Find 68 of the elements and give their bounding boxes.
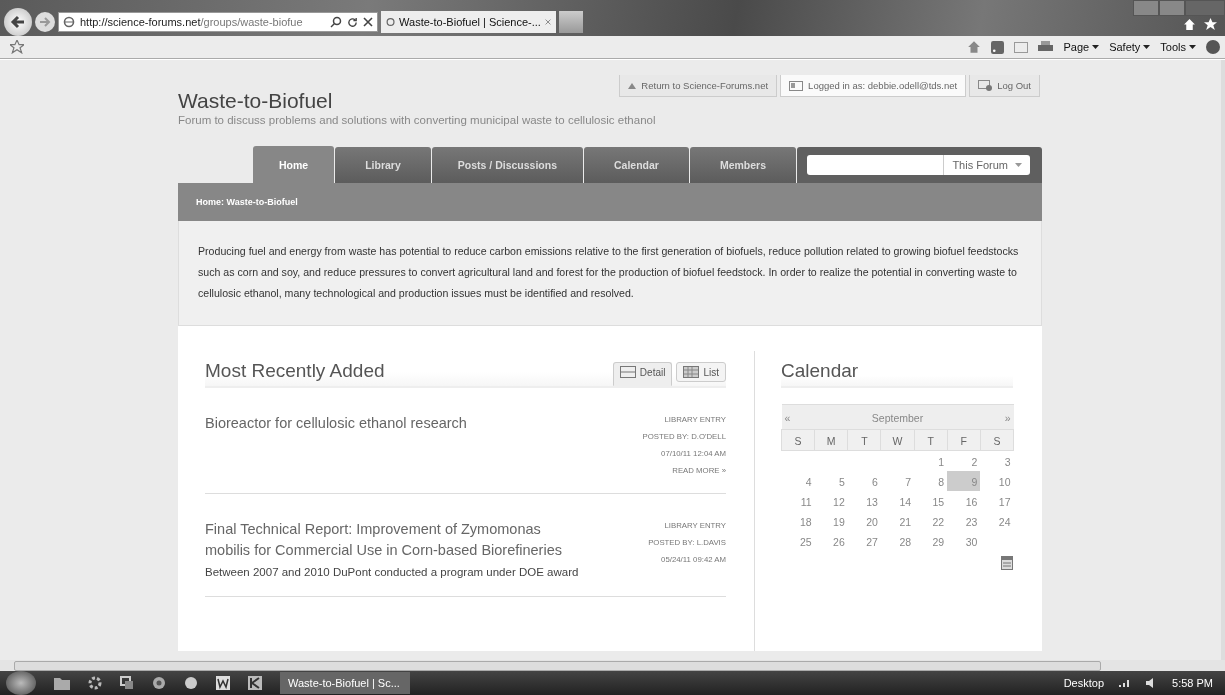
calendar-day[interactable]: 20	[847, 511, 881, 531]
nav-tab[interactable]: Calendar	[584, 147, 689, 183]
calendar-day[interactable]: 17	[980, 491, 1014, 511]
calendar-day[interactable]: 3	[980, 450, 1014, 471]
nav-tab[interactable]: Members	[689, 147, 797, 183]
calendar-day[interactable]: 7	[880, 471, 915, 491]
calendar-day[interactable]: 6	[847, 471, 881, 491]
next-month-button[interactable]: »	[980, 404, 1014, 430]
nav-tab[interactable]: Library	[335, 147, 431, 183]
header-link[interactable]: Return to Science-Forums.net	[619, 75, 778, 97]
calendar-day[interactable]: 13	[847, 491, 881, 511]
calendar-day[interactable]: 11	[781, 491, 815, 511]
header-link[interactable]: Log Out	[969, 75, 1040, 97]
browser-tab[interactable]: Waste-to-Biofuel | Science-...	[381, 11, 556, 33]
command-menu[interactable]: Safety	[1109, 41, 1151, 53]
nav-tab[interactable]: Home	[253, 146, 335, 183]
nav-tab[interactable]: Posts / Discussions	[431, 147, 583, 183]
calendar-day[interactable]: 26	[814, 531, 848, 551]
calendar-day[interactable]: 24	[980, 511, 1014, 531]
section-heading: Most Recently Added	[205, 360, 385, 382]
month-title: September	[814, 404, 981, 430]
command-menu[interactable]: Page	[1063, 41, 1100, 53]
calendar-day[interactable]: 30	[947, 531, 981, 551]
weekday-header: T	[914, 429, 948, 451]
description-text: Producing fuel and energy from waste has potential to reduce carbon emissions relative to the first generation of biofuels, reduce pollution related to growing biofuel feedstocks such as corn and soy, and reduce pressures to convert agricultural land and forest for the production of biofuel feedstock. In order to realize the potential in converting waste to cellulosic ethanol, many technological and production issues must be identified and resolved.	[198, 244, 1020, 301]
calendar-day[interactable]: 15	[914, 491, 948, 511]
clock[interactable]: 5:58 PM	[1172, 677, 1213, 689]
site-subtitle: Forum to discuss problems and solutions with converting municipal waste to cellulosic ethanol	[178, 114, 657, 126]
weekday-header: T	[847, 429, 881, 451]
calendar-day[interactable]: 12	[814, 491, 848, 511]
calendar-day[interactable]: 23	[947, 511, 981, 531]
calendar-day[interactable]: 27	[847, 531, 881, 551]
calendar-day[interactable]: 21	[880, 511, 915, 531]
calendar-day[interactable]: 5	[814, 471, 848, 491]
header-link[interactable]: Logged in as: debbie.odell@tds.net	[780, 75, 967, 97]
view-toggle[interactable]: Detail	[612, 362, 673, 386]
weekday-header: W	[880, 429, 915, 451]
entry-title-link[interactable]: Final Technical Report: Improvement of Zymomonas mobilis for Commercial Use in Corn-based Biorefineries	[205, 519, 585, 561]
entry-excerpt: Between 2007 and 2010 DuPont conducted a program under DOE award	[205, 566, 580, 578]
scope-dropdown[interactable]: This Forum	[943, 155, 1030, 175]
calendar-day[interactable]: 9	[947, 471, 981, 491]
calendar-day[interactable]: 28	[880, 531, 915, 551]
taskbar-window-button[interactable]: Waste-to-Biofuel | Sc...	[280, 672, 410, 694]
weekday-header: S	[980, 429, 1014, 451]
calendar-day[interactable]: 1	[914, 450, 948, 471]
calendar-day[interactable]: 10	[980, 471, 1014, 491]
calendar-day[interactable]: 29	[914, 531, 948, 551]
command-menu[interactable]: Tools	[1160, 41, 1196, 53]
entry-title-link[interactable]: Bioreactor for cellulosic ethanol research	[205, 413, 585, 434]
calendar-day[interactable]: 19	[814, 511, 848, 531]
calendar-day[interactable]: 22	[914, 511, 948, 531]
desktop-toolbar[interactable]: Desktop	[1063, 677, 1105, 689]
previous-month-button[interactable]: «	[781, 404, 815, 430]
calendar-day[interactable]: 8	[914, 471, 948, 491]
calendar-day[interactable]: 2	[947, 450, 981, 471]
calendar-day[interactable]: 18	[781, 511, 815, 531]
weekday-header: M	[814, 429, 848, 451]
view-toggle[interactable]: List	[676, 362, 726, 382]
breadcrumb[interactable]: Home: Waste-to-Biofuel	[196, 197, 298, 207]
calendar-day[interactable]: 4	[781, 471, 815, 491]
calendar-day[interactable]: 14	[880, 491, 915, 511]
address-bar[interactable]: http://science-forums.net/groups/waste-biofue	[58, 12, 378, 32]
calendar-day[interactable]: 25	[781, 531, 815, 551]
site-title: Waste-to-Biofuel	[178, 89, 334, 113]
url-text: http://science-forums.net/groups/waste-biofue	[80, 16, 304, 28]
calendar-day[interactable]: 16	[947, 491, 981, 511]
weekday-header: S	[781, 429, 815, 451]
weekday-header: F	[947, 429, 981, 451]
